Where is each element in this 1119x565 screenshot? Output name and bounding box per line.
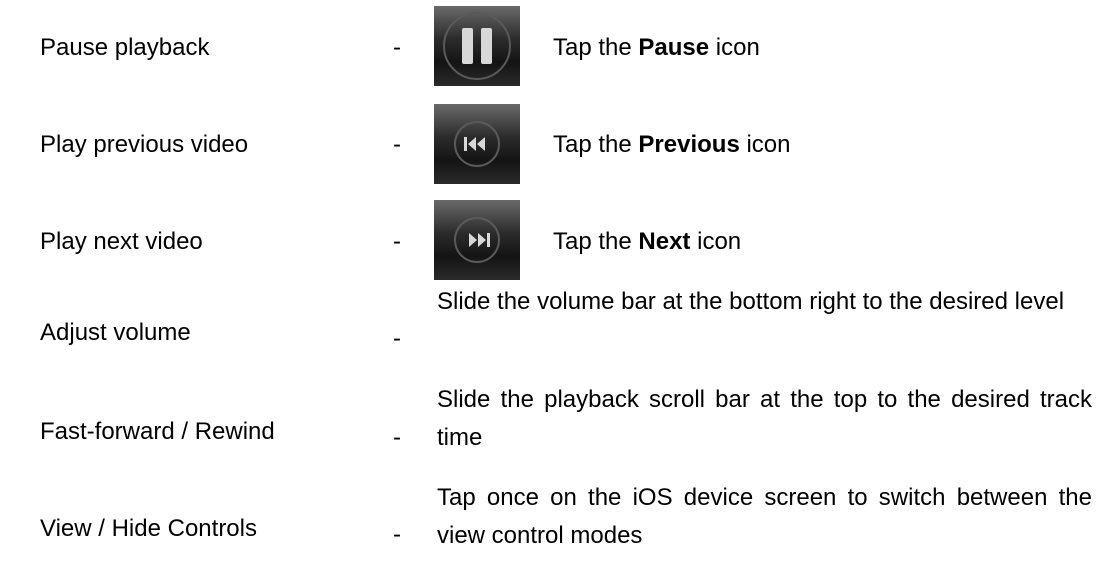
action-label: Play previous video: [40, 131, 249, 158]
dash-separator: -: [393, 34, 401, 61]
description-text: Slide the playback scroll bar at the top…: [437, 386, 1092, 451]
instruction-keyword: Previous: [638, 131, 740, 158]
dash-separator: -: [393, 521, 401, 548]
pause-icon: [434, 6, 520, 86]
instruction-text: Tap the Next icon: [553, 228, 742, 255]
instruction-text: Tap the Previous icon: [553, 131, 791, 158]
dash-separator: -: [393, 325, 401, 352]
action-label: Fast-forward / Rewind: [40, 418, 275, 445]
dash-separator: -: [393, 424, 401, 451]
action-label: Play next video: [40, 228, 203, 255]
instruction-text: Tap the Pause icon: [553, 34, 760, 61]
action-label: View / Hide Controls: [40, 515, 257, 542]
next-icon: [434, 200, 520, 280]
previous-icon: [434, 104, 520, 184]
dash-separator: -: [393, 131, 401, 158]
description-text: Tap once on the iOS device screen to swi…: [437, 484, 1092, 549]
instruction-keyword: Next: [638, 228, 691, 255]
action-label: Pause playback: [40, 34, 210, 61]
description-text: Slide the volume bar at the bottom right…: [437, 288, 1065, 315]
action-label: Adjust volume: [40, 319, 191, 346]
dash-separator: -: [393, 228, 401, 255]
page: { "rows": [ { "action": "Pause playback"…: [0, 0, 1119, 565]
instruction-keyword: Pause: [638, 34, 710, 61]
